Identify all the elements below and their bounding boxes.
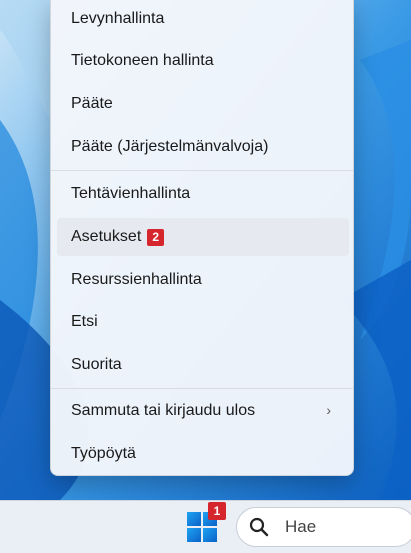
menu-item-shutdown-signout[interactable]: Sammuta tai kirjaudu ulos › <box>57 392 349 430</box>
menu-item-label: Työpöytä <box>71 445 136 462</box>
menu-item-run[interactable]: Suorita <box>57 346 349 384</box>
menu-item-disk-management[interactable]: Levynhallinta <box>57 0 349 38</box>
menu-separator <box>51 170 353 171</box>
menu-item-label: Sammuta tai kirjaudu ulos <box>71 402 256 419</box>
search-placeholder: Hae <box>285 517 317 536</box>
taskbar: Hae <box>0 500 411 553</box>
menu-item-computer-management[interactable]: Tietokoneen hallinta <box>57 42 349 80</box>
menu-item-desktop[interactable]: Työpöytä <box>57 435 349 473</box>
taskbar-search-box[interactable]: Hae <box>236 507 411 547</box>
step-badge-1: 1 <box>208 502 226 520</box>
menu-item-label: Resurssienhallinta <box>71 271 202 288</box>
menu-item-search[interactable]: Etsi <box>57 303 349 341</box>
search-icon <box>249 517 269 537</box>
menu-item-label: Levynhallinta <box>71 10 165 27</box>
quick-link-menu: Levynhallinta Tietokoneen hallinta Pääte… <box>50 0 354 476</box>
menu-item-label: Tietokoneen hallinta <box>71 52 214 69</box>
menu-item-task-manager[interactable]: Tehtävienhallinta <box>57 175 349 213</box>
menu-item-label: Etsi <box>71 313 98 330</box>
menu-item-settings[interactable]: Asetukset 2 <box>57 218 349 256</box>
menu-item-terminal[interactable]: Pääte <box>57 85 349 123</box>
chevron-right-icon: › <box>326 402 331 418</box>
menu-item-terminal-admin[interactable]: Pääte (Järjestelmänvalvoja) <box>57 128 349 166</box>
menu-separator <box>51 388 353 389</box>
menu-item-label: Suorita <box>71 356 122 373</box>
step-badge-2: 2 <box>147 228 165 246</box>
menu-item-label: Tehtävienhallinta <box>71 185 191 202</box>
menu-item-label: Asetukset <box>71 228 142 245</box>
menu-item-label: Pääte (Järjestelmänvalvoja) <box>71 138 269 155</box>
menu-item-file-explorer[interactable]: Resurssienhallinta <box>57 261 349 299</box>
menu-item-label: Pääte <box>71 95 113 112</box>
